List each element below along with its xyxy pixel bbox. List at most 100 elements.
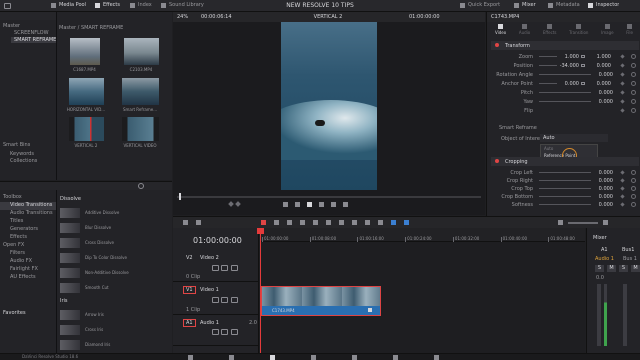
- link-icon[interactable]: [581, 82, 585, 85]
- reset-icon[interactable]: [631, 170, 636, 175]
- effect-item[interactable]: Cross Dissolve: [60, 236, 168, 249]
- property-value-x[interactable]: 0.000: [591, 170, 613, 176]
- viewer-scrubber-handle[interactable]: [179, 193, 181, 200]
- property-value-x[interactable]: 0.000: [591, 178, 613, 184]
- clip-thumbnail[interactable]: C1687.MP4: [67, 38, 102, 72]
- view-options-icon[interactable]: [196, 220, 201, 225]
- smart-bins-collections[interactable]: Collections: [10, 158, 37, 164]
- effects-button[interactable]: Effects: [95, 2, 120, 8]
- viewer-jog-icon[interactable]: [228, 201, 241, 207]
- zoom-slider[interactable]: [568, 221, 598, 224]
- sound-library-button[interactable]: Sound Library: [161, 2, 204, 8]
- playhead-handle[interactable]: [257, 228, 264, 234]
- property-value-y[interactable]: 0.000: [589, 81, 611, 87]
- solo-button[interactable]: S: [595, 265, 604, 272]
- panel-toggle-icon[interactable]: [4, 3, 11, 11]
- property-value-x[interactable]: 0.000: [591, 90, 613, 96]
- property-slider[interactable]: [539, 180, 591, 181]
- track-id-a1[interactable]: A1: [183, 319, 196, 327]
- media-page-icon[interactable]: [188, 355, 193, 360]
- smart-bins-keywords[interactable]: Keywords: [10, 151, 34, 157]
- color-page-icon[interactable]: [352, 355, 357, 360]
- toolbox-item[interactable]: Toolbox: [0, 194, 56, 202]
- mixer-button[interactable]: Mixer: [514, 2, 536, 8]
- track-autoselect-icon[interactable]: [221, 265, 228, 273]
- reset-icon[interactable]: [631, 99, 636, 104]
- property-slider[interactable]: [539, 204, 591, 205]
- property-value-x[interactable]: 0.000: [591, 72, 613, 78]
- inspector-button[interactable]: Inspector: [588, 2, 619, 8]
- property-value-x[interactable]: -34.000: [557, 63, 579, 69]
- property-slider[interactable]: [539, 56, 557, 57]
- selection-tool-icon[interactable]: [261, 220, 266, 225]
- bin-smart-reframe[interactable]: SMART REFRAME: [11, 37, 56, 43]
- toolbox-item[interactable]: Video Transitions: [0, 202, 56, 210]
- transform-enable-dot[interactable]: [495, 43, 499, 47]
- property-slider[interactable]: [539, 188, 591, 189]
- keyframe-icon[interactable]: [620, 194, 625, 199]
- keyframe-icon[interactable]: [620, 72, 625, 77]
- blade-tool-icon[interactable]: [300, 220, 305, 225]
- viewer-scrubber[interactable]: [177, 196, 481, 198]
- cropping-section-header[interactable]: Cropping: [491, 157, 639, 166]
- mixer-output-bus1[interactable]: Bus 1: [623, 256, 637, 262]
- viewer-zoom[interactable]: 24%: [177, 14, 188, 20]
- inspector-tab[interactable]: Audio: [519, 24, 530, 38]
- mixer-fader-bus1[interactable]: [623, 284, 627, 346]
- track-mute-icon[interactable]: [231, 329, 238, 337]
- media-pool-button[interactable]: Media Pool: [51, 2, 86, 8]
- property-slider[interactable]: [539, 65, 557, 66]
- go-to-start-icon[interactable]: [283, 202, 288, 207]
- viewer-timeline-name[interactable]: VERTICAL 2: [298, 14, 358, 20]
- metadata-button[interactable]: Metadata: [548, 2, 580, 8]
- effect-item[interactable]: Arrow Iris: [60, 308, 168, 321]
- property-slider[interactable]: [539, 83, 557, 84]
- marker-icon[interactable]: [404, 220, 409, 225]
- edit-page-icon[interactable]: [270, 355, 275, 360]
- track-lock-icon[interactable]: [212, 329, 219, 337]
- toolbox-item[interactable]: Open FX: [0, 242, 56, 250]
- insert-clip-icon[interactable]: [313, 220, 318, 225]
- audio-level-icon[interactable]: [558, 220, 563, 225]
- linked-selection-icon[interactable]: [365, 220, 370, 225]
- effect-item[interactable]: Diamond Iris: [60, 338, 168, 351]
- reset-icon[interactable]: [631, 81, 636, 86]
- loop-icon[interactable]: [343, 202, 348, 207]
- track-visibility-icon[interactable]: [231, 265, 238, 273]
- effect-item[interactable]: Cross Iris: [60, 323, 168, 336]
- inspector-tab[interactable]: Image: [601, 24, 614, 38]
- clip-thumbnail[interactable]: VERTICAL VIDEO: [119, 117, 161, 149]
- clip-thumbnail[interactable]: VERTICAL 2: [66, 117, 106, 149]
- trim-tool-icon[interactable]: [274, 220, 279, 225]
- keyframe-icon[interactable]: [620, 186, 625, 191]
- cut-page-icon[interactable]: [229, 355, 234, 360]
- keyframe-icon[interactable]: [620, 54, 625, 59]
- reset-icon[interactable]: [631, 108, 636, 113]
- clip-thumbnail[interactable]: C2103.MP4: [121, 38, 161, 72]
- toolbox-item[interactable]: Filters: [0, 250, 56, 258]
- position-lock-icon[interactable]: [378, 220, 383, 225]
- inspector-tab[interactable]: Video: [495, 24, 506, 38]
- keyframe-icon[interactable]: [620, 90, 625, 95]
- bin-master[interactable]: Master: [3, 23, 20, 29]
- keyframe-icon[interactable]: [620, 99, 625, 104]
- toolbox-item[interactable]: AU Effects: [0, 274, 56, 282]
- property-value-x[interactable]: 1.000: [557, 54, 579, 60]
- property-slider[interactable]: [539, 92, 591, 93]
- property-value-x[interactable]: 0.000: [591, 194, 613, 200]
- mixer-output-a1[interactable]: Audio 1: [595, 256, 614, 262]
- keyframe-icon[interactable]: [620, 81, 625, 86]
- property-slider[interactable]: [539, 74, 591, 75]
- toolbox-item[interactable]: Audio Transitions: [0, 210, 56, 218]
- keyframe-icon[interactable]: [620, 202, 625, 207]
- property-slider[interactable]: [539, 172, 591, 173]
- cropping-enable-dot[interactable]: [495, 159, 499, 163]
- reset-icon[interactable]: [631, 186, 636, 191]
- property-value-x[interactable]: 0.000: [591, 99, 613, 105]
- deliver-page-icon[interactable]: [434, 355, 439, 360]
- track-autoselect-icon[interactable]: [221, 297, 228, 305]
- zoom-in-icon[interactable]: [603, 220, 608, 225]
- fairlight-page-icon[interactable]: [393, 355, 398, 360]
- link-icon[interactable]: [581, 64, 585, 67]
- track-lock-icon[interactable]: [212, 265, 219, 273]
